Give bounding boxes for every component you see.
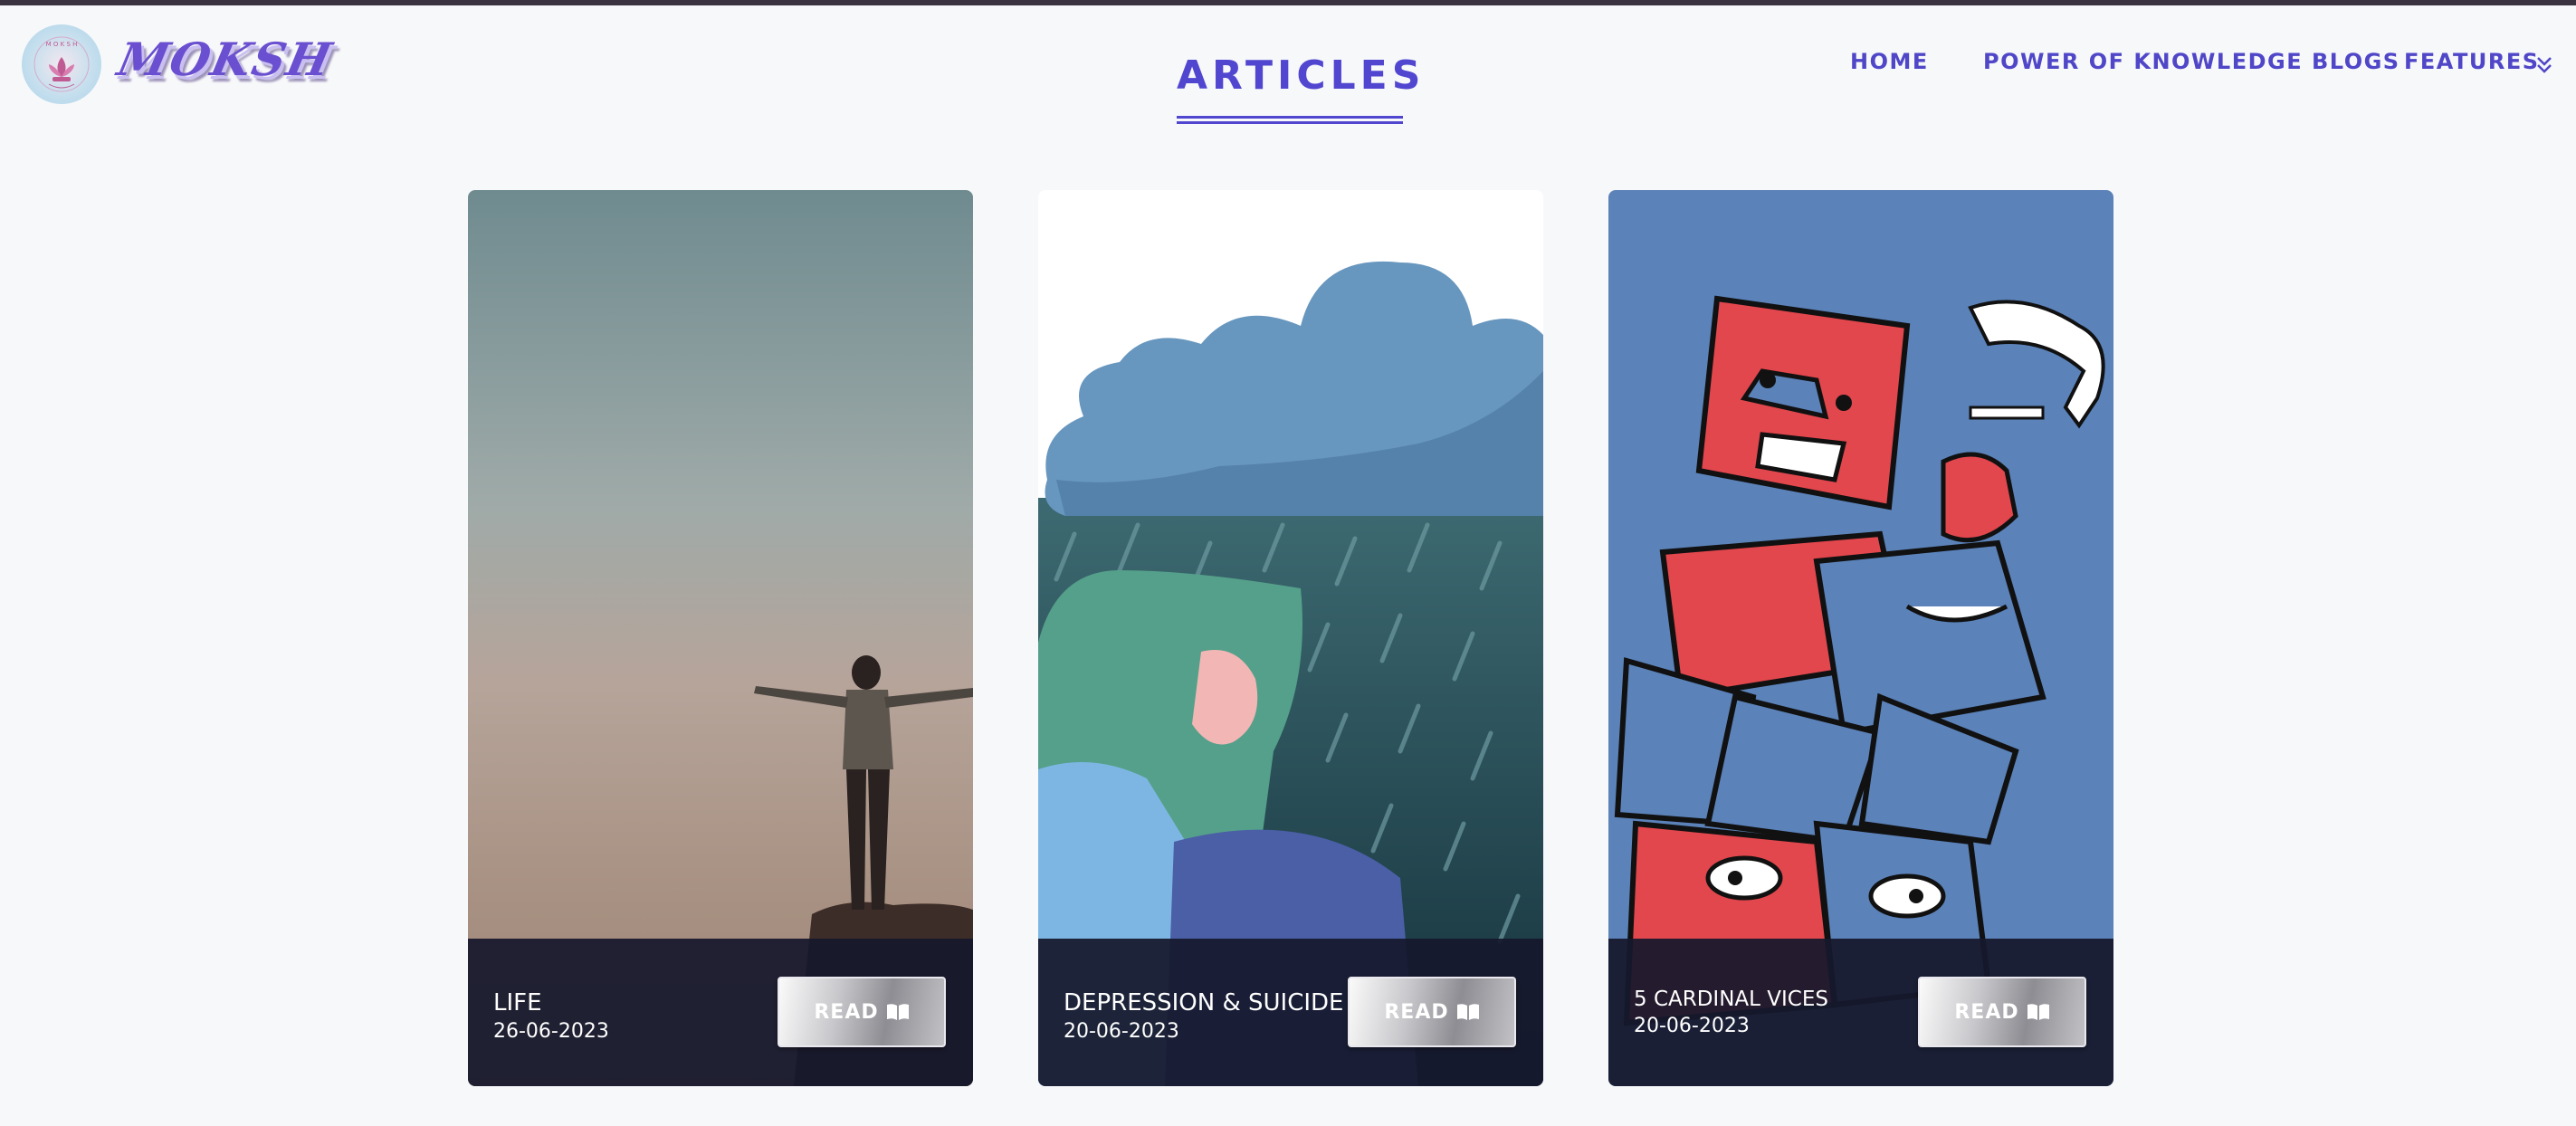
card-footer: LIFE 26-06-2023 READ — [468, 939, 973, 1086]
card-footer: DEPRESSION & SUICIDE 20-06-2023 READ — [1038, 939, 1543, 1086]
read-button-label: READ — [1954, 1000, 2019, 1024]
read-button[interactable]: READ — [778, 977, 946, 1047]
nav-home-link[interactable]: HOME — [1850, 49, 1929, 74]
nav-features-link[interactable]: FEATURES — [2404, 49, 2540, 74]
read-button[interactable]: READ — [1348, 977, 1516, 1047]
article-title: 5 CARDINAL VICES — [1634, 988, 1828, 1011]
article-date: 26-06-2023 — [493, 1020, 609, 1043]
article-date: 20-06-2023 — [1634, 1015, 1750, 1037]
article-card-life[interactable]: LIFE 26-06-2023 READ — [468, 190, 973, 1086]
article-card-vices[interactable]: 5 CARDINAL VICES 20-06-2023 READ — [1608, 190, 2113, 1086]
article-title: DEPRESSION & SUICIDE — [1064, 989, 1344, 1016]
nav-blogs-link[interactable]: POWER OF KNOWLEDGE BLOGS — [1983, 49, 2400, 74]
brand-logotype[interactable]: MOKSH — [111, 33, 339, 96]
read-button-label: READ — [814, 1000, 879, 1024]
double-chevron-down-icon[interactable] — [2534, 52, 2554, 76]
svg-text:M O K S H: M O K S H — [46, 41, 78, 48]
article-date: 20-06-2023 — [1064, 1020, 1179, 1043]
card-footer: 5 CARDINAL VICES 20-06-2023 READ — [1608, 939, 2113, 1086]
open-book-icon — [886, 1004, 909, 1020]
page-title: ARTICLES — [1177, 52, 1426, 99]
read-button-label: READ — [1384, 1000, 1449, 1024]
title-underline — [1177, 116, 1403, 124]
logo-emblem-icon[interactable]: M O K S H — [22, 24, 101, 104]
open-book-icon — [2027, 1004, 2049, 1020]
open-book-icon — [1456, 1004, 1479, 1020]
article-title: LIFE — [493, 989, 542, 1016]
article-card-depression[interactable]: DEPRESSION & SUICIDE 20-06-2023 READ — [1038, 190, 1543, 1086]
top-border — [0, 0, 2576, 5]
read-button[interactable]: READ — [1918, 977, 2086, 1047]
